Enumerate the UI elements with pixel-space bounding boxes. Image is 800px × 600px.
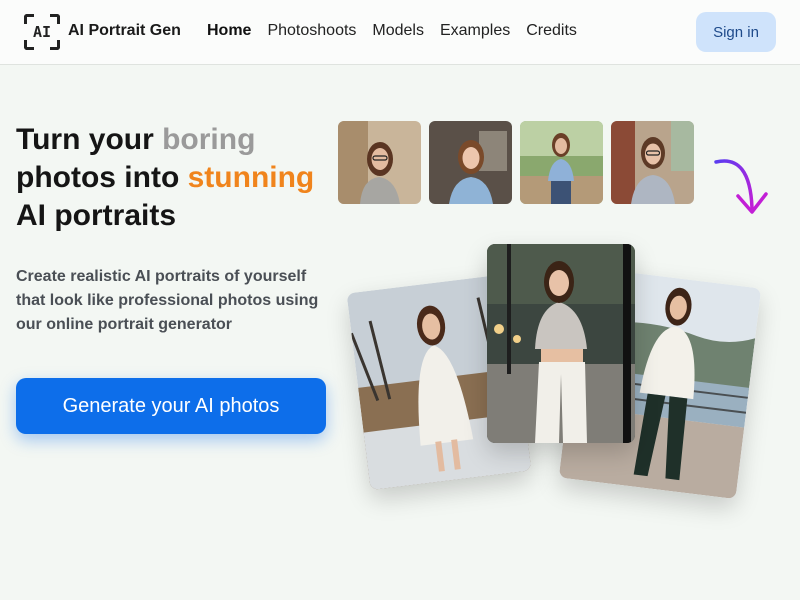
brand-name[interactable]: AI Portrait Gen (68, 22, 181, 40)
input-photo-thumbnail (520, 121, 603, 204)
logo-text: AI (32, 23, 52, 41)
nav-credits[interactable]: Credits (526, 22, 577, 40)
sign-in-button[interactable]: Sign in (696, 12, 776, 52)
nav-home[interactable]: Home (207, 22, 251, 40)
main-nav: Home Photoshoots Models Examples Credits (207, 22, 593, 40)
top-navbar: AI AI Portrait Gen Home Photoshoots Mode… (0, 0, 800, 65)
ai-frame-icon[interactable]: AI (24, 14, 60, 50)
hero-subtext: Create realistic AI portraits of yoursel… (16, 268, 319, 333)
headline-highlight-stunning: stunning (187, 161, 315, 194)
generate-photos-button[interactable]: Generate your AI photos (16, 378, 326, 434)
headline-highlight-boring: boring (162, 123, 256, 156)
nav-examples[interactable]: Examples (440, 22, 510, 40)
nav-models[interactable]: Models (372, 22, 424, 40)
nav-photoshoots[interactable]: Photoshoots (267, 22, 356, 40)
curved-arrow-down-icon (714, 159, 768, 214)
hero-headline: Turn your boring photos into stunning AI… (16, 121, 346, 235)
generated-portrait-crop-top (487, 244, 635, 443)
input-photo-thumbnail (611, 121, 694, 204)
input-photo-thumbnail (429, 121, 512, 204)
headline-part-1: Turn your (16, 123, 163, 156)
input-photo-thumbnail (338, 121, 421, 204)
headline-part-2: photos into (16, 161, 188, 194)
headline-part-3: AI portraits (16, 199, 177, 232)
